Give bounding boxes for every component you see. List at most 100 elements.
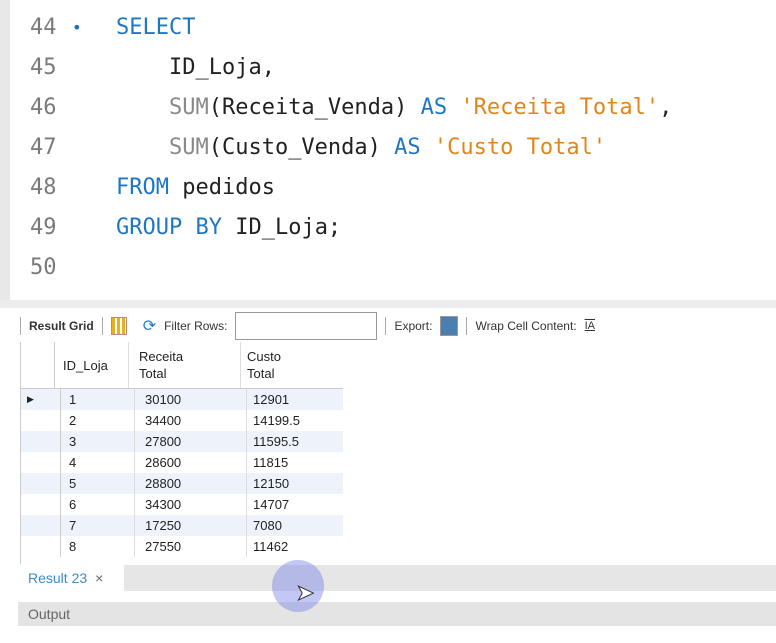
table-cell[interactable]: 34300 <box>135 494 247 515</box>
filter-rows-input[interactable] <box>235 312 378 340</box>
row-selector[interactable]: ▶ <box>21 389 61 410</box>
line-number: 44 <box>30 15 57 40</box>
line-number: 45 <box>30 55 57 80</box>
code-token: SUM <box>116 135 209 160</box>
code-token: (Receita_Venda) <box>208 95 421 120</box>
table-cell[interactable]: 8 <box>61 536 135 557</box>
table-cell[interactable]: 11595.5 <box>247 431 343 452</box>
filter-rows-label: Filter Rows: <box>164 319 228 333</box>
table-cell[interactable]: 28800 <box>135 473 247 494</box>
line-number: 46 <box>30 95 57 120</box>
line-number: 50 <box>30 255 57 280</box>
splitter[interactable] <box>0 300 776 308</box>
table-row[interactable]: 7 17250 7080 <box>21 515 343 536</box>
table-row[interactable]: ▶ 1 30100 12901 <box>21 389 343 410</box>
code-text: FROM pedidos <box>116 168 275 208</box>
table-cell[interactable]: 11815 <box>247 452 343 473</box>
table-cell[interactable]: 2 <box>61 410 135 431</box>
row-header-corner <box>21 342 55 388</box>
code-token: GROUP BY <box>116 215 236 240</box>
code-token: ID_Loja, <box>116 55 275 80</box>
code-token: FROM <box>116 175 183 200</box>
sql-editor[interactable]: 44 • SELECT 45 ID_Loja, 46 SUM(Receita_Venda… <box>0 0 776 300</box>
export-label: Export: <box>394 319 433 333</box>
table-row[interactable]: 5 28800 12150 <box>21 473 343 494</box>
table-cell[interactable]: 12150 <box>247 473 343 494</box>
table-row[interactable]: 8 27550 11462 <box>21 536 343 557</box>
code-token: AS <box>394 135 434 160</box>
code-text: SUM(Receita_Venda) AS 'Receita Total', <box>116 88 672 128</box>
table-cell[interactable]: 7080 <box>247 515 343 536</box>
code-line: 50 <box>0 248 776 288</box>
code-token: AS <box>420 95 461 120</box>
cursor-icon: ➤ <box>295 580 315 606</box>
code-text: GROUP BY ID_Loja; <box>116 208 341 248</box>
export-icon[interactable] <box>440 316 459 336</box>
row-selector[interactable] <box>21 536 61 557</box>
close-icon[interactable]: × <box>95 570 103 586</box>
line-number: 48 <box>30 175 57 200</box>
table-cell[interactable]: 7 <box>61 515 135 536</box>
code-token: (Custo_Venda) <box>208 135 395 160</box>
table-cell[interactable]: 17250 <box>135 515 247 536</box>
table-cell[interactable]: 4 <box>61 452 135 473</box>
refresh-icon[interactable]: ⟳ <box>143 316 156 336</box>
table-cell[interactable]: 5 <box>61 473 135 494</box>
output-panel-header[interactable]: Output <box>18 602 776 626</box>
code-token: ID_Loja; <box>235 215 342 240</box>
result-tabs: Result 23 × <box>18 565 776 591</box>
row-selector[interactable] <box>21 431 61 452</box>
line-number: 47 <box>30 135 57 160</box>
divider <box>101 317 103 335</box>
statement-marker-icon: • <box>72 18 82 37</box>
column-header[interactable]: Receita Total <box>129 342 241 388</box>
table-cell[interactable]: 1 <box>61 389 135 410</box>
table-cell[interactable]: 3 <box>61 431 135 452</box>
divider <box>385 317 387 335</box>
table-cell[interactable]: 27800 <box>135 431 247 452</box>
code-line: 49 GROUP BY ID_Loja; <box>0 208 776 248</box>
table-row[interactable]: 6 34300 14707 <box>21 494 343 515</box>
code-text: SUM(Custo_Venda) AS 'Custo Total' <box>116 128 606 168</box>
result-toolbar: Result Grid ⟳ Filter Rows: Export: Wrap … <box>20 311 776 341</box>
column-header[interactable]: ID_Loja <box>55 342 129 388</box>
divider <box>466 317 468 335</box>
table-cell[interactable]: 14199.5 <box>247 410 343 431</box>
row-selector[interactable] <box>21 515 61 536</box>
code-line: 47 SUM(Custo_Venda) AS 'Custo Total' <box>0 128 776 168</box>
code-text: ID_Loja, <box>116 48 275 88</box>
code-token: , <box>659 95 673 120</box>
grid-header: ID_Loja Receita Total Custo Total <box>21 342 343 389</box>
table-row[interactable]: 2 34400 14199.5 <box>21 410 343 431</box>
table-cell[interactable]: 14707 <box>247 494 343 515</box>
table-cell[interactable]: 28600 <box>135 452 247 473</box>
code-token: SUM <box>116 95 209 120</box>
code-line: 44 • SELECT <box>0 8 776 48</box>
mouse-cursor-highlight: ➤ <box>272 560 324 612</box>
table-cell[interactable]: 11462 <box>247 536 343 557</box>
table-cell[interactable]: 34400 <box>135 410 247 431</box>
result-grid-tab[interactable]: Result Grid <box>29 319 94 333</box>
code-text: SELECT <box>116 8 195 48</box>
row-selector[interactable] <box>21 410 61 431</box>
code-token: SELECT <box>116 15 196 40</box>
wrap-cell-icon[interactable]: IA <box>585 320 595 332</box>
table-cell[interactable]: 30100 <box>135 389 247 410</box>
table-cell[interactable]: 6 <box>61 494 135 515</box>
row-selector[interactable] <box>21 494 61 515</box>
code-token: 'Custo Total' <box>433 135 607 160</box>
grid-view-icon[interactable] <box>110 317 127 335</box>
tab-result-23[interactable]: Result 23 × <box>18 565 124 591</box>
row-selector[interactable] <box>21 452 61 473</box>
table-cell[interactable]: 27550 <box>135 536 247 557</box>
table-row[interactable]: 4 28600 11815 <box>21 452 343 473</box>
line-number: 49 <box>30 215 57 240</box>
table-row[interactable]: 3 27800 11595.5 <box>21 431 343 452</box>
code-line: 46 SUM(Receita_Venda) AS 'Receita Total'… <box>0 88 776 128</box>
table-cell[interactable]: 12901 <box>247 389 343 410</box>
column-header[interactable]: Custo Total <box>241 342 341 388</box>
result-grid[interactable]: ID_Loja Receita Total Custo Total ▶ 1 3010… <box>20 342 343 564</box>
output-label: Output <box>28 606 71 622</box>
row-selector[interactable] <box>21 473 61 494</box>
wrap-label: Wrap Cell Content: <box>475 319 577 333</box>
